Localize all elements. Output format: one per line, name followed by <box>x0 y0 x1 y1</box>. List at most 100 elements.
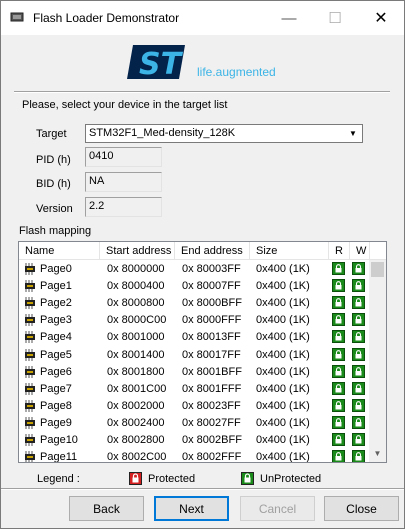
write-unprotected-lock-icon[interactable] <box>352 279 365 293</box>
cell-name: Page7 <box>40 382 72 395</box>
read-unprotected-lock-icon[interactable] <box>332 433 345 446</box>
bottom-divider <box>1 488 404 490</box>
top-divider <box>14 91 390 93</box>
column-header-size[interactable]: Size <box>250 242 329 260</box>
cell-name: Page5 <box>40 348 72 361</box>
table-row[interactable]: Page4 0x 8001000 0x 80013FF 0x400 (1K) <box>19 329 369 346</box>
column-header-write[interactable]: W <box>350 242 370 260</box>
window-title: Flash Loader Demonstrator <box>33 11 180 25</box>
cell-size: 0x400 (1K) <box>256 382 310 395</box>
write-unprotected-lock-icon[interactable] <box>352 398 365 412</box>
table-row[interactable]: Page11 0x 8002C00 0x 8002FFF 0x400 (1K) <box>19 449 369 463</box>
table-row[interactable]: Page3 0x 8000C00 0x 8000FFF 0x400 (1K) <box>19 312 369 329</box>
table-row[interactable]: Page9 0x 8002400 0x 80027FF 0x400 (1K) <box>19 415 369 432</box>
version-label: Version <box>36 203 73 215</box>
write-unprotected-lock-icon[interactable] <box>352 381 365 395</box>
memory-chip-icon <box>22 399 38 413</box>
cell-name: Page3 <box>40 314 72 327</box>
close-icon[interactable]: ✕ <box>358 1 404 35</box>
cancel-button[interactable]: Cancel <box>240 496 315 521</box>
table-row[interactable]: Page6 0x 8001800 0x 8001BFF 0x400 (1K) <box>19 364 369 381</box>
logo-tagline: life.augmented <box>197 65 276 79</box>
read-unprotected-lock-icon[interactable] <box>332 262 345 275</box>
cell-size: 0x400 (1K) <box>256 451 310 463</box>
write-unprotected-lock-icon[interactable] <box>352 450 365 462</box>
memory-chip-icon <box>22 365 38 379</box>
write-unprotected-lock-icon[interactable] <box>352 296 365 310</box>
target-dropdown[interactable]: STM32F1_Med-density_128K ▼ <box>85 124 363 143</box>
cell-start-address: 0x 8000400 <box>107 280 165 293</box>
memory-chip-icon <box>22 296 38 310</box>
cell-end-address: 0x 80023FF <box>182 399 241 412</box>
read-unprotected-lock-icon[interactable] <box>332 347 345 361</box>
column-header-start-address[interactable]: Start address <box>100 242 175 260</box>
memory-chip-icon <box>22 433 38 447</box>
table-row[interactable]: Page7 0x 8001C00 0x 8001FFF 0x400 (1K) <box>19 381 369 398</box>
cell-end-address: 0x 8000BFF <box>182 297 242 310</box>
vertical-scrollbar[interactable]: ▼ <box>369 260 386 462</box>
write-unprotected-lock-icon[interactable] <box>352 364 365 378</box>
list-header: Name Start address End address Size R W <box>19 242 386 260</box>
read-unprotected-lock-icon[interactable] <box>332 364 345 378</box>
table-row[interactable]: Page8 0x 8002000 0x 80023FF 0x400 (1K) <box>19 398 369 415</box>
table-row[interactable]: Page0 0x 8000000 0x 80003FF 0x400 (1K) <box>19 261 369 278</box>
read-unprotected-lock-icon[interactable] <box>332 296 345 310</box>
next-button[interactable]: Next <box>154 496 229 521</box>
read-unprotected-lock-icon[interactable] <box>332 313 345 327</box>
pid-field: 0410 <box>85 147 162 167</box>
cell-size: 0x400 (1K) <box>256 314 310 327</box>
app-icon <box>9 10 25 24</box>
write-unprotected-lock-icon[interactable] <box>352 262 365 275</box>
memory-chip-icon <box>22 348 38 362</box>
legend-protected-label: Protected <box>148 473 196 485</box>
cell-start-address: 0x 8000800 <box>107 297 165 310</box>
table-row[interactable]: Page10 0x 8002800 0x 8002BFF 0x400 (1K) <box>19 432 369 449</box>
flash-mapping-list[interactable]: Name Start address End address Size R W … <box>18 241 387 463</box>
scroll-down-arrow-icon[interactable]: ▼ <box>369 445 386 462</box>
cell-start-address: 0x 8001C00 <box>107 382 167 395</box>
cell-start-address: 0x 8000C00 <box>107 314 167 327</box>
cell-start-address: 0x 8001400 <box>107 348 165 361</box>
read-unprotected-lock-icon[interactable] <box>332 330 345 344</box>
cell-size: 0x400 (1K) <box>256 434 310 446</box>
cell-size: 0x400 (1K) <box>256 399 310 412</box>
write-unprotected-lock-icon[interactable] <box>352 330 365 344</box>
write-unprotected-lock-icon[interactable] <box>352 415 365 429</box>
read-unprotected-lock-icon[interactable] <box>332 381 345 395</box>
write-unprotected-lock-icon[interactable] <box>352 347 365 361</box>
write-unprotected-lock-icon[interactable] <box>352 433 365 446</box>
flash-loader-window: Flash Loader Demonstrator — ☐ ✕ ST life.… <box>0 0 405 529</box>
select-device-prompt: Please, select your device in the target… <box>22 99 228 111</box>
table-row[interactable]: Page1 0x 8000400 0x 80007FF 0x400 (1K) <box>19 278 369 295</box>
version-field: 2.2 <box>85 197 162 217</box>
chevron-down-icon[interactable]: ▼ <box>345 126 361 141</box>
column-header-name[interactable]: Name <box>19 242 100 260</box>
memory-chip-icon <box>22 416 38 430</box>
read-unprotected-lock-icon[interactable] <box>332 279 345 293</box>
read-unprotected-lock-icon[interactable] <box>332 415 345 429</box>
target-label: Target <box>36 128 67 140</box>
memory-chip-icon <box>22 313 38 327</box>
cell-size: 0x400 (1K) <box>256 280 310 293</box>
table-row[interactable]: Page5 0x 8001400 0x 80017FF 0x400 (1K) <box>19 347 369 364</box>
maximize-icon[interactable]: ☐ <box>312 1 358 35</box>
title-bar[interactable]: Flash Loader Demonstrator — ☐ ✕ <box>1 1 404 35</box>
column-header-read[interactable]: R <box>329 242 350 260</box>
cell-size: 0x400 (1K) <box>256 416 310 429</box>
close-button[interactable]: Close <box>324 496 399 521</box>
read-unprotected-lock-icon[interactable] <box>332 398 345 412</box>
cell-size: 0x400 (1K) <box>256 365 310 378</box>
back-button[interactable]: Back <box>69 496 144 521</box>
scrollbar-thumb[interactable] <box>371 262 384 277</box>
read-unprotected-lock-icon[interactable] <box>332 450 345 462</box>
legend-label: Legend : <box>37 473 80 485</box>
minimize-icon[interactable]: — <box>266 1 312 35</box>
cell-start-address: 0x 8002400 <box>107 416 165 429</box>
cell-size: 0x400 (1K) <box>256 348 310 361</box>
protected-lock-icon <box>129 472 142 485</box>
column-header-end-address[interactable]: End address <box>175 242 250 260</box>
table-row[interactable]: Page2 0x 8000800 0x 8000BFF 0x400 (1K) <box>19 295 369 312</box>
cell-start-address: 0x 8002C00 <box>107 451 167 463</box>
write-unprotected-lock-icon[interactable] <box>352 313 365 327</box>
cell-start-address: 0x 8002800 <box>107 434 165 446</box>
